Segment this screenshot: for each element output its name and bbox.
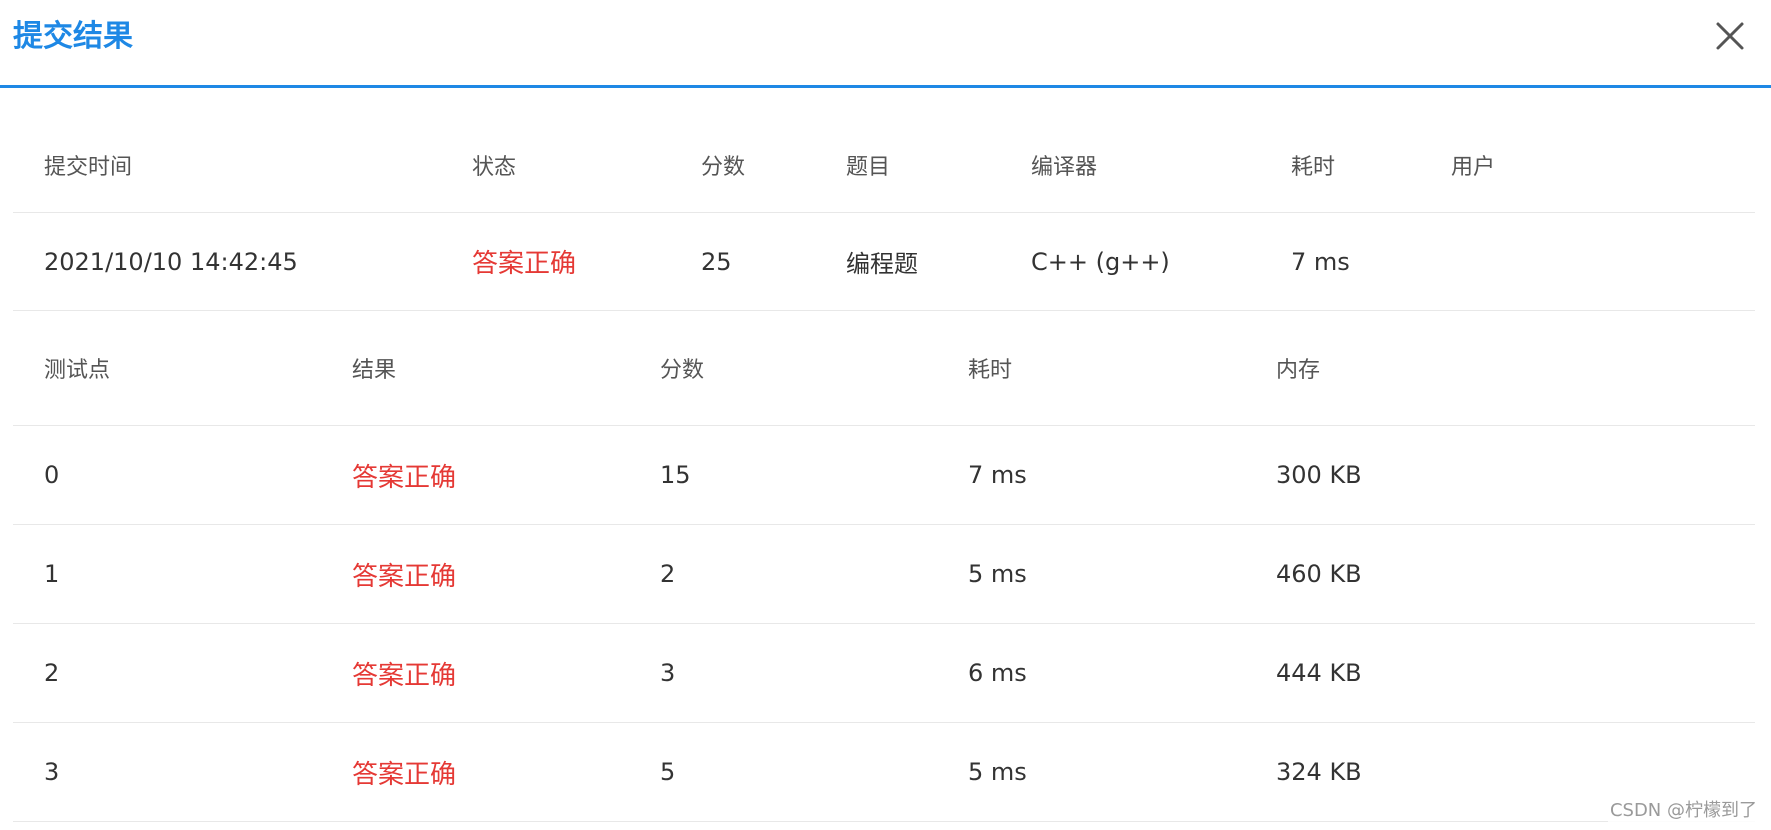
problem-name: 编程题 [815, 212, 1000, 311]
memory-value: 444 KB [1245, 623, 1755, 723]
test-point: 2 [13, 623, 321, 723]
column-header-duration: 耗时 [1260, 118, 1420, 213]
close-icon [1710, 16, 1750, 56]
column-header-test-point: 测试点 [13, 310, 321, 426]
result-label: 答案正确 [321, 722, 629, 822]
status-label: 答案正确 [441, 212, 670, 311]
duration-value: 5 ms [937, 524, 1245, 624]
table-row: 1 答案正确 2 5 ms 460 KB [13, 524, 1755, 624]
user-value [1420, 212, 1755, 311]
summary-row: 2021/10/10 14:42:45 答案正确 25 编程题 C++ (g++… [13, 212, 1755, 311]
column-header-memory: 内存 [1245, 310, 1755, 426]
score-value: 15 [629, 425, 937, 525]
test-point: 0 [13, 425, 321, 525]
column-header-user: 用户 [1420, 118, 1755, 213]
column-header-result: 结果 [321, 310, 629, 426]
memory-value: 300 KB [1245, 425, 1755, 525]
score-value: 2 [629, 524, 937, 624]
result-label: 答案正确 [321, 623, 629, 723]
table-row: 0 答案正确 15 7 ms 300 KB [13, 425, 1755, 525]
modal-header: 提交结果 [0, 0, 1771, 88]
column-header-score: 分数 [670, 118, 815, 213]
watermark: CSDN @柠檬到了 [1607, 796, 1759, 822]
column-header-status: 状态 [441, 118, 670, 213]
duration-value: 7 ms [937, 425, 1245, 525]
column-header-problem: 题目 [815, 118, 1000, 213]
test-point: 1 [13, 524, 321, 624]
summary-header-row: 提交时间 状态 分数 题目 编译器 耗时 用户 [13, 118, 1755, 213]
submit-time: 2021/10/10 14:42:45 [13, 212, 441, 311]
close-button[interactable] [1710, 16, 1750, 56]
modal-title: 提交结果 [13, 19, 133, 54]
table-row: 2 答案正确 3 6 ms 444 KB [13, 623, 1755, 723]
table-row: 3 答案正确 5 5 ms 324 KB [13, 722, 1755, 822]
column-header-submit-time: 提交时间 [13, 118, 441, 213]
score-value: 5 [629, 722, 937, 822]
score-value: 3 [629, 623, 937, 723]
result-label: 答案正确 [321, 425, 629, 525]
column-header-compiler: 编译器 [1000, 118, 1260, 213]
cases-header-row: 测试点 结果 分数 耗时 内存 [13, 310, 1755, 426]
submission-summary-table: 提交时间 状态 分数 题目 编译器 耗时 用户 2021/10/10 14:42… [13, 118, 1755, 311]
score-value: 25 [670, 212, 815, 311]
test-cases-table: 测试点 结果 分数 耗时 内存 0 答案正确 15 7 ms 300 KB 1 … [13, 310, 1755, 822]
memory-value: 460 KB [1245, 524, 1755, 624]
test-point: 3 [13, 722, 321, 822]
duration-value: 5 ms [937, 722, 1245, 822]
column-header-duration: 耗时 [937, 310, 1245, 426]
duration-value: 6 ms [937, 623, 1245, 723]
duration-value: 7 ms [1260, 212, 1420, 311]
compiler-name: C++ (g++) [1000, 212, 1260, 311]
result-label: 答案正确 [321, 524, 629, 624]
column-header-score: 分数 [629, 310, 937, 426]
